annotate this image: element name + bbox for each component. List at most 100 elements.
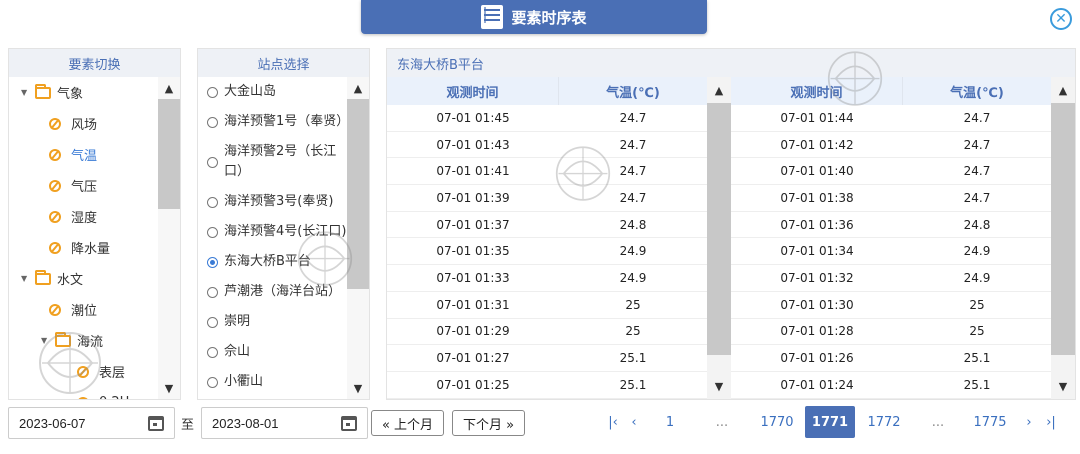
cell-value: 24.7 (619, 137, 647, 152)
table-body: 07-01 01:44 24.7 07-01 01:42 24.7 07-01 01:4… (731, 105, 1051, 399)
tree-item[interactable]: 降水量 (9, 232, 158, 263)
cell-time: 07-01 01:24 (780, 377, 854, 392)
station-item[interactable]: 海洋预警4号(长江口) (207, 217, 347, 247)
station-item[interactable]: 大金山岛 (207, 77, 347, 107)
scroll-up-icon[interactable]: ▲ (707, 77, 731, 103)
folder-icon (35, 83, 51, 99)
cell-value: 24.8 (963, 217, 991, 232)
page-link[interactable]: 1772 (862, 406, 906, 438)
last-page-icon[interactable]: ›| (1040, 406, 1062, 438)
cell-time: 07-01 01:36 (780, 217, 854, 232)
tree-item-label: 水文 (57, 273, 84, 288)
station-item[interactable]: 海洋预警3号(奉贤) (207, 187, 347, 217)
calendar-icon[interactable] (148, 416, 164, 431)
scroll-thumb[interactable] (347, 99, 369, 289)
page-link[interactable]: 1 (655, 406, 685, 438)
scroll-down-icon[interactable]: ▼ (1051, 373, 1075, 399)
scroll-down-icon[interactable]: ▼ (158, 377, 180, 399)
table-row: 07-01 01:33 24.9 (387, 265, 707, 292)
page-link[interactable]: 1775 (968, 406, 1012, 438)
page-link[interactable]: 1770 (755, 406, 799, 438)
element-icon (49, 210, 61, 223)
col-time-header: 观测时间 (387, 77, 559, 105)
tree-item[interactable]: 风场 (9, 108, 158, 139)
station-item[interactable]: 芦潮港（海洋台站） (207, 277, 347, 307)
start-date-input[interactable]: 2023-06-07 (8, 407, 175, 439)
cell-time: 07-01 01:45 (436, 110, 510, 125)
station-item[interactable]: 海洋预警1号（奉贤） (207, 107, 347, 137)
scroll-up-icon[interactable]: ▲ (1051, 77, 1075, 103)
scroll-thumb[interactable] (707, 103, 731, 355)
first-page-icon[interactable]: |‹ (602, 406, 624, 438)
tree-item[interactable]: 潮位 (9, 294, 158, 325)
calendar-icon[interactable] (341, 416, 357, 431)
folder-icon (55, 331, 71, 347)
scroll-down-icon[interactable]: ▼ (707, 373, 731, 399)
table-scrollbar[interactable]: ▲ ▼ (1051, 77, 1075, 399)
scroll-up-icon[interactable]: ▲ (158, 77, 180, 99)
tree-item[interactable]: 气温 (9, 139, 158, 170)
station-radio[interactable] (207, 286, 218, 298)
cell-value: 25 (969, 324, 985, 339)
tree-item[interactable]: 气压 (9, 170, 158, 201)
end-date-input[interactable]: 2023-08-01 (201, 407, 368, 439)
expand-icon[interactable]: ▼ (21, 274, 29, 283)
table-row: 07-01 01:25 25.1 (387, 372, 707, 399)
cell-time: 07-01 01:39 (436, 190, 510, 205)
prev-page-icon[interactable]: ‹ (624, 406, 644, 438)
station-item[interactable]: 东海大桥B平台 (207, 247, 347, 277)
scroll-down-icon[interactable]: ▼ (347, 377, 369, 399)
table-scrollbar[interactable]: ▲ ▼ (707, 77, 731, 399)
tree-item[interactable]: 0.2H (9, 387, 158, 399)
close-icon[interactable]: ✕ (1050, 8, 1072, 30)
tree-item[interactable]: ▼ 气象 (9, 77, 158, 108)
page-current[interactable]: 1771 (805, 406, 855, 438)
station-item[interactable]: 佘山 (207, 337, 347, 367)
tree-item[interactable]: 湿度 (9, 201, 158, 232)
station-radio[interactable] (207, 156, 218, 168)
expand-icon[interactable]: ▼ (21, 88, 29, 97)
station-label: 佘山 (224, 344, 251, 359)
cell-time: 07-01 01:35 (436, 244, 510, 259)
scroll-up-icon[interactable]: ▲ (347, 77, 369, 99)
station-radio[interactable] (207, 196, 218, 208)
col-time-header: 观测时间 (731, 77, 903, 105)
scroll-thumb[interactable] (1051, 103, 1075, 355)
cell-time: 07-01 01:38 (780, 190, 854, 205)
table-row: 07-01 01:42 24.7 (731, 132, 1051, 159)
station-radio[interactable] (207, 256, 218, 268)
station-radio[interactable] (207, 346, 218, 358)
station-radio[interactable] (207, 316, 218, 328)
station-item[interactable]: 海洋预警2号（长江口） (207, 137, 347, 187)
station-radio[interactable] (207, 226, 218, 238)
scroll-thumb[interactable] (158, 99, 180, 209)
element-icon (49, 241, 61, 254)
tree-item-label: 表层 (99, 366, 126, 381)
station-radio[interactable] (207, 86, 218, 98)
station-radio[interactable] (207, 376, 218, 388)
element-scrollbar[interactable]: ▲ ▼ (158, 77, 180, 399)
prev-month-button[interactable]: « 上个月 (371, 410, 444, 436)
tree-item[interactable]: 表层 (9, 356, 158, 387)
station-item[interactable]: 崇明 (207, 307, 347, 337)
element-panel-header: 要素切换 (9, 49, 180, 77)
expand-icon[interactable]: ▼ (41, 336, 49, 345)
table-row: 07-01 01:39 24.7 (387, 185, 707, 212)
next-month-button[interactable]: 下个月 » (452, 410, 525, 436)
cell-value: 25.1 (963, 351, 991, 366)
station-radio[interactable] (207, 116, 218, 128)
cell-time: 07-01 01:28 (780, 324, 854, 339)
cell-time: 07-01 01:41 (436, 164, 510, 179)
table-row: 07-01 01:30 25 (731, 292, 1051, 319)
next-page-icon[interactable]: › (1020, 406, 1038, 438)
station-item[interactable]: 小衢山 (207, 367, 347, 397)
tree-item[interactable]: ▼ 海流 (9, 325, 158, 356)
station-scrollbar[interactable]: ▲ ▼ (347, 77, 369, 399)
cell-time: 07-01 01:27 (436, 351, 510, 366)
tree-item[interactable]: ▼ 水文 (9, 263, 158, 294)
end-date-value: 2023-08-01 (212, 415, 279, 431)
station-label: 小衢山 (224, 374, 264, 389)
table-row: 07-01 01:44 24.7 (731, 105, 1051, 132)
table-row: 07-01 01:27 25.1 (387, 345, 707, 372)
table-row: 07-01 01:35 24.9 (387, 238, 707, 266)
